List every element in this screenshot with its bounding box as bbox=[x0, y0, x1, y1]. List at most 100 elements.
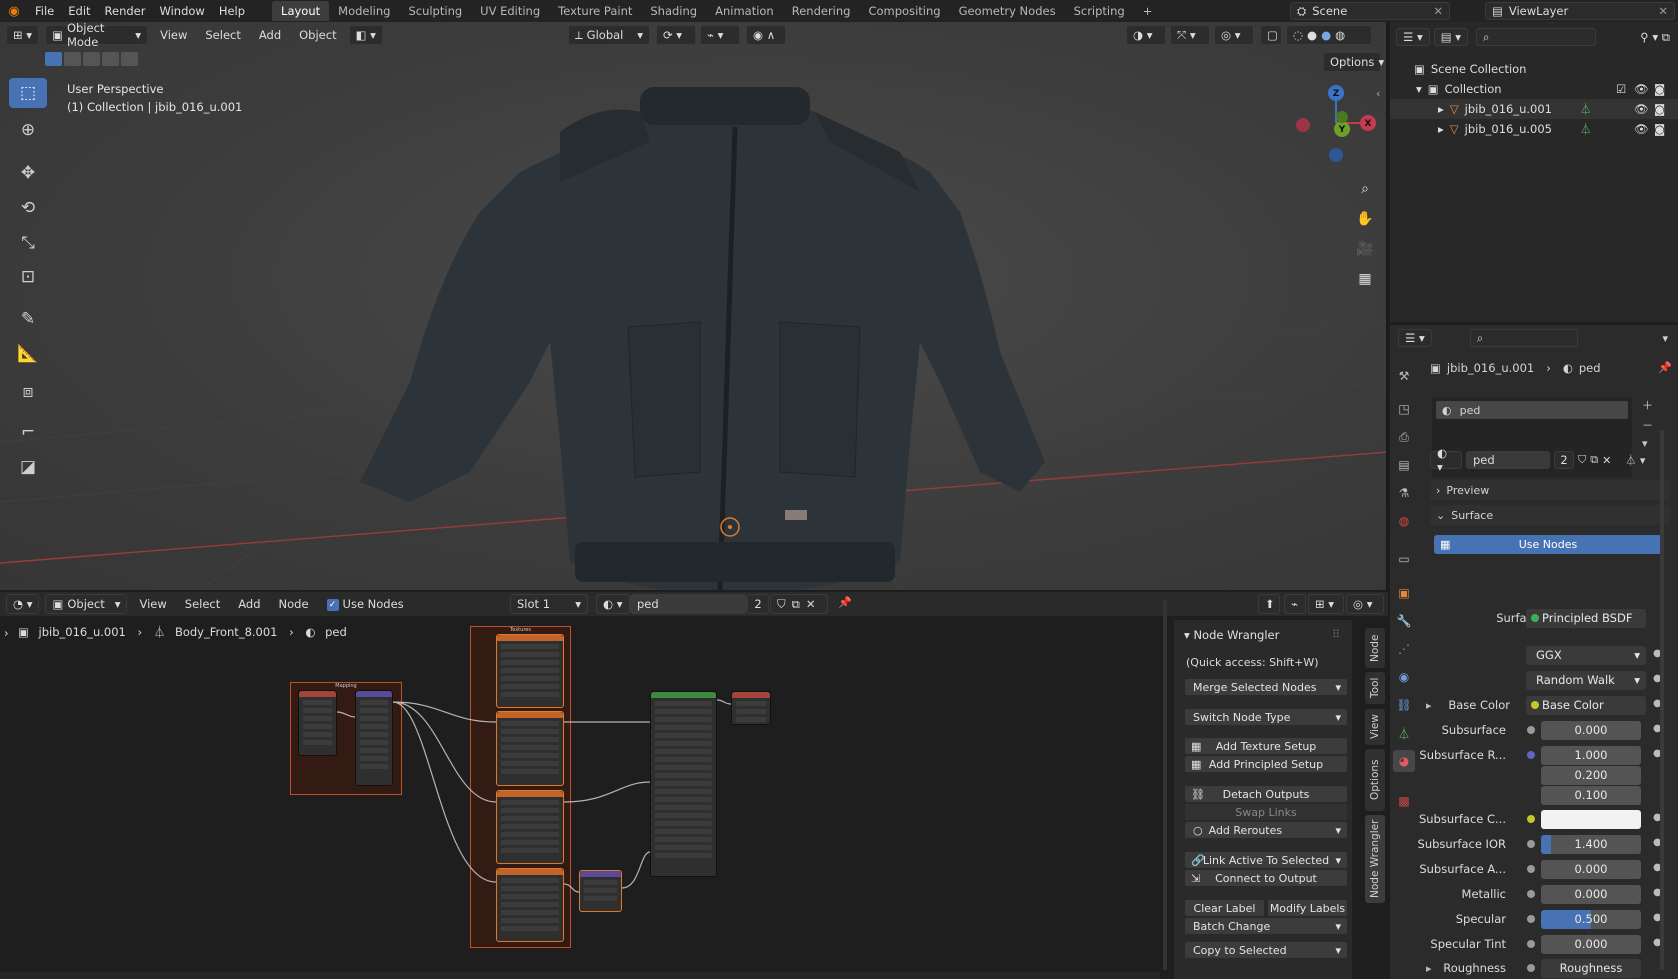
shading-mode-icon[interactable]: ◧ ▾ bbox=[348, 25, 383, 45]
subsurface-method-dropdown[interactable]: Random Walk ▾ bbox=[1526, 670, 1646, 690]
tab-scripting[interactable]: Scripting bbox=[1065, 1, 1134, 21]
pivot-point-icon[interactable]: ⟳ ▾ bbox=[656, 25, 696, 45]
select-intersect-icon[interactable] bbox=[121, 52, 138, 66]
pin-icon[interactable]: 📌 bbox=[1658, 361, 1672, 374]
world-tab-icon[interactable]: ◍ bbox=[1393, 510, 1415, 532]
expand-arrow-icon[interactable]: ▾ bbox=[1416, 82, 1422, 96]
link-active-to-selected-dropdown[interactable]: 🔗 Link Active To Selected ▾ bbox=[1184, 851, 1348, 869]
subsurface-color-swatch[interactable] bbox=[1541, 809, 1641, 829]
material-browse-icon[interactable]: ◐ ▾ bbox=[1430, 446, 1462, 474]
properties-scrollbar[interactable] bbox=[1660, 430, 1664, 970]
menu-help[interactable]: Help bbox=[212, 4, 252, 18]
merge-selected-nodes-dropdown[interactable]: Merge Selected Nodes ▾ bbox=[1184, 678, 1348, 696]
eye-icon[interactable]: 👁 bbox=[1634, 82, 1649, 96]
outliner-editor-type-icon[interactable]: ☰ ▾ bbox=[1396, 28, 1430, 46]
solid-shading-icon[interactable]: ● bbox=[1307, 28, 1317, 42]
viewport-menu-object[interactable]: Object bbox=[293, 28, 342, 42]
material-slot-item[interactable]: ◐ ped bbox=[1436, 401, 1628, 419]
node-wrangler-title[interactable]: ▾ Node Wrangler bbox=[1184, 628, 1279, 642]
pin-icon[interactable]: ✕ bbox=[1433, 4, 1443, 18]
scale-tool-icon[interactable]: ⤡ bbox=[9, 228, 47, 258]
swap-links-button[interactable]: Swap Links bbox=[1184, 803, 1348, 821]
material-filter-icon[interactable]: ⏃ ▾ bbox=[1625, 452, 1645, 468]
outliner-object-1[interactable]: ▸ ▽ jbib_016_u.001 ⏃ 👁 ◙ bbox=[1390, 99, 1678, 119]
eye-icon[interactable]: 👁 bbox=[1634, 122, 1649, 136]
color-socket-icon[interactable] bbox=[1527, 815, 1535, 823]
add-principled-setup-button[interactable]: ▦ Add Principled Setup bbox=[1184, 755, 1348, 773]
expand-arrow-icon[interactable]: ▸ bbox=[1438, 102, 1444, 116]
modifier-tab-icon[interactable]: 🔧 bbox=[1393, 610, 1415, 632]
outliner-search-input[interactable]: ⌕ bbox=[1476, 28, 1597, 46]
viewport-menu-view[interactable]: View bbox=[154, 28, 193, 42]
transform-tool-icon[interactable]: ⊡ bbox=[9, 262, 47, 292]
surface-panel-header[interactable]: ⌄ Surface bbox=[1430, 505, 1670, 525]
scene-tab-icon[interactable]: ⚗ bbox=[1393, 482, 1415, 504]
viewport-shading-buttons[interactable]: ◌ ● ● ◍ bbox=[1286, 25, 1372, 45]
subsurface-ior-slider[interactable]: 1.400 bbox=[1541, 834, 1641, 854]
camera-icon[interactable]: ◙ bbox=[1654, 102, 1665, 116]
fake-user-shield-icon[interactable]: ⛉ bbox=[1578, 453, 1586, 467]
annotate-tool-icon[interactable]: ✎ bbox=[9, 304, 47, 334]
tab-compositing[interactable]: Compositing bbox=[859, 1, 949, 21]
scene-selector[interactable]: ⛭ Scene ✕ bbox=[1290, 2, 1450, 20]
ortho-grid-icon[interactable]: ▦ bbox=[1353, 267, 1377, 291]
menu-edit[interactable]: Edit bbox=[61, 4, 97, 18]
display-mode-icon[interactable]: ▤ ▾ bbox=[1433, 28, 1469, 46]
expand-arrow-icon[interactable]: ▸ bbox=[1426, 962, 1432, 975]
properties-editor-type-icon[interactable]: ☰ ▾ bbox=[1398, 329, 1432, 347]
metallic-field[interactable]: 0.000 bbox=[1541, 884, 1641, 904]
node-editor-scrollbar[interactable] bbox=[1163, 600, 1167, 970]
object-tab-icon[interactable]: ▣ bbox=[1393, 582, 1415, 604]
add-texture-setup-button[interactable]: ▦ Add Texture Setup bbox=[1184, 737, 1348, 755]
tab-rendering[interactable]: Rendering bbox=[783, 1, 860, 21]
socket-dot-icon[interactable] bbox=[1527, 940, 1535, 948]
blender-logo-icon[interactable]: ◉ bbox=[0, 4, 28, 19]
visibility-icon[interactable]: ◑ ▾ bbox=[1126, 25, 1166, 45]
add-reroutes-dropdown[interactable]: ○ Add Reroutes ▾ bbox=[1184, 821, 1348, 839]
socket-dot-icon[interactable] bbox=[1527, 964, 1535, 972]
subsurface-radius-z-field[interactable]: 0.100 bbox=[1541, 785, 1641, 805]
menu-window[interactable]: Window bbox=[152, 4, 211, 18]
select-invert-icon[interactable] bbox=[102, 52, 119, 66]
tab-sculpting[interactable]: Sculpting bbox=[399, 1, 471, 21]
tab-animation[interactable]: Animation bbox=[706, 1, 783, 21]
batch-change-dropdown[interactable]: Batch Change ▾ bbox=[1184, 917, 1348, 935]
expand-arrow-icon[interactable]: ▸ bbox=[1426, 699, 1432, 712]
surface-shader-field[interactable]: Principled BSDF bbox=[1526, 608, 1646, 628]
measure-tool-icon[interactable]: 📐 bbox=[9, 339, 47, 369]
base-color-link-field[interactable]: Base Color bbox=[1526, 695, 1646, 715]
node-snap-target-icon[interactable]: ⊞ ▾ bbox=[1308, 594, 1344, 614]
side-tab-node-wrangler[interactable]: Node Wrangler bbox=[1365, 815, 1385, 903]
3d-viewport[interactable]: Z X Y ⊞ ▾ ▣ Object Mode ▾ View Select Add… bbox=[0, 22, 1388, 590]
tab-modeling[interactable]: Modeling bbox=[329, 1, 399, 21]
side-tab-options[interactable]: Options bbox=[1365, 749, 1385, 811]
socket-dot-icon[interactable] bbox=[1527, 915, 1535, 923]
roughness-link-field[interactable]: Roughness bbox=[1541, 958, 1641, 978]
clear-label-button[interactable]: Clear Label bbox=[1184, 899, 1265, 917]
socket-dot-icon[interactable] bbox=[1527, 865, 1535, 873]
use-nodes-button[interactable]: ▦ Use Nodes bbox=[1434, 535, 1662, 554]
close-icon[interactable]: ✕ bbox=[1658, 4, 1668, 18]
material-tab-icon[interactable]: ◕ bbox=[1393, 750, 1415, 772]
move-tool-icon[interactable]: ✥ bbox=[9, 158, 47, 188]
material-name-field[interactable]: ped bbox=[1466, 451, 1550, 469]
eye-icon[interactable]: 👁 bbox=[1634, 102, 1649, 116]
parent-node-tree-icon[interactable]: ⬆ bbox=[1258, 594, 1280, 614]
expand-arrow-icon[interactable]: ▸ bbox=[1438, 122, 1444, 136]
socket-dot-icon[interactable] bbox=[1527, 840, 1535, 848]
camera-view-icon[interactable]: 🎥 bbox=[1353, 237, 1377, 261]
tab-texture-paint[interactable]: Texture Paint bbox=[549, 1, 641, 21]
viewport-menu-select[interactable]: Select bbox=[199, 28, 246, 42]
filter-icon[interactable]: ⚲ ▾ ⧉ bbox=[1640, 30, 1670, 45]
data-tab-icon[interactable]: ⏃ bbox=[1393, 722, 1415, 744]
add-cube-tool-icon[interactable]: ⧈ bbox=[9, 377, 47, 407]
connect-to-output-button[interactable]: ⇲ Connect to Output bbox=[1184, 869, 1348, 887]
particles-tab-icon[interactable]: ⋰ bbox=[1393, 638, 1415, 660]
pan-hand-icon[interactable]: ✋ bbox=[1353, 207, 1377, 231]
collapse-arrow-icon[interactable]: ‹ bbox=[1376, 87, 1380, 100]
copy-to-selected-dropdown[interactable]: Copy to Selected ▾ bbox=[1184, 941, 1348, 959]
vector-socket-icon[interactable] bbox=[1527, 751, 1535, 759]
slot-specials-icon[interactable]: ▾ bbox=[1642, 437, 1653, 450]
wireframe-shading-icon[interactable]: ◌ bbox=[1293, 28, 1303, 42]
camera-icon[interactable]: ◙ bbox=[1654, 82, 1665, 96]
